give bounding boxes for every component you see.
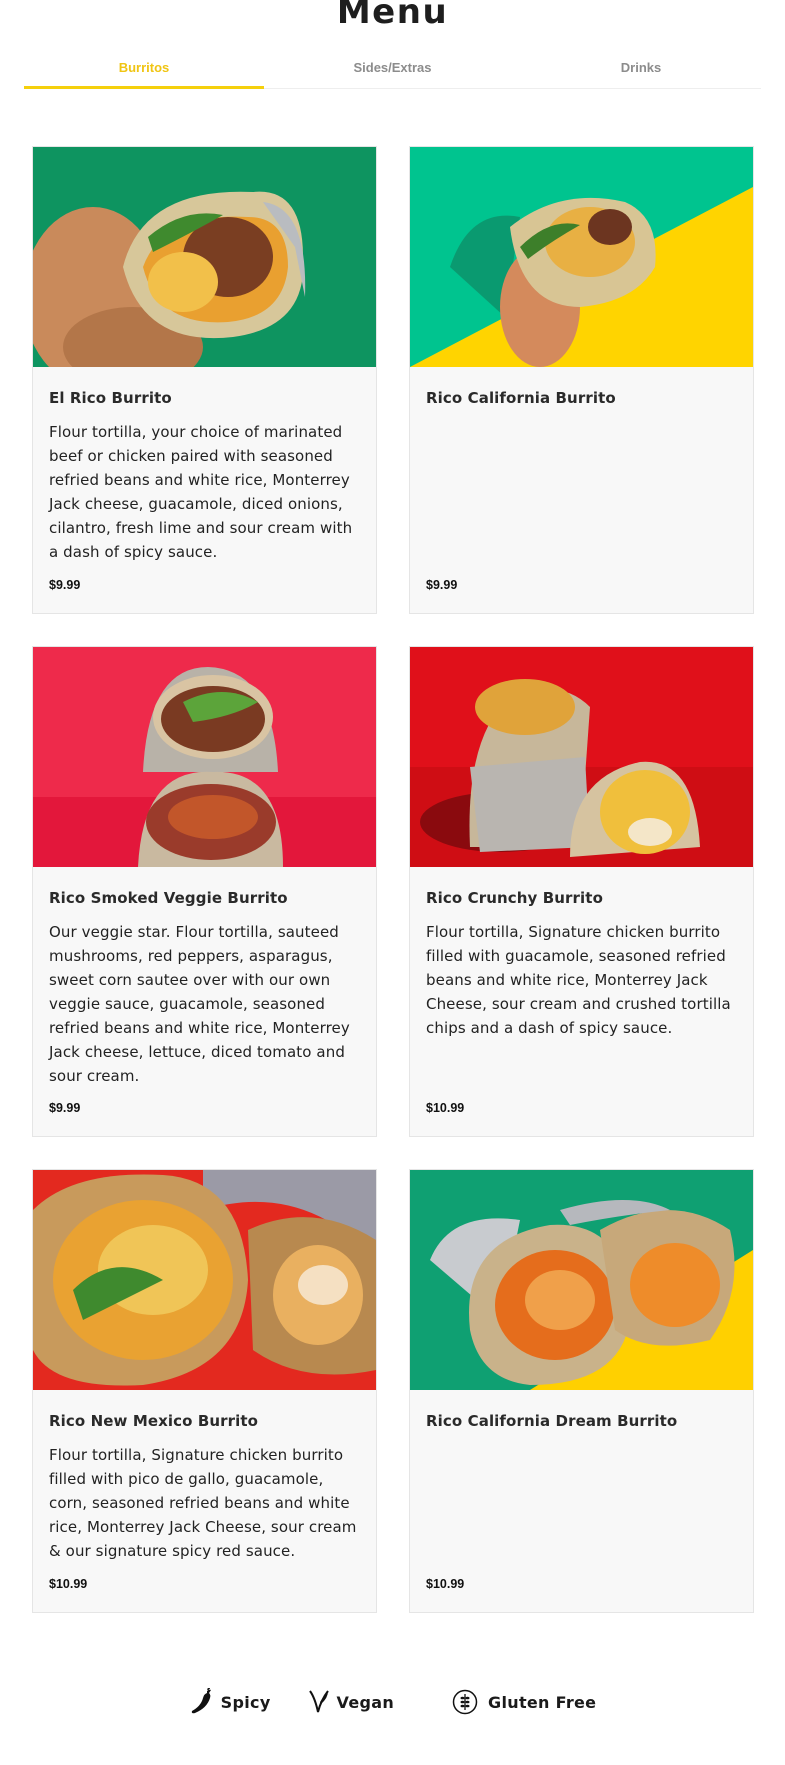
menu-item-description: Flour tortilla, your choice of marinated… [49,423,353,561]
menu-item-name: Rico California Burrito [426,389,616,407]
legend-spicy: Spicy [189,1688,271,1716]
menu-item-price: $9.99 [49,1101,81,1115]
menu-item-card[interactable]: Rico California Dream Burrito $10.99 [409,1169,754,1613]
menu-item-card[interactable]: Rico Crunchy Burrito Flour tortilla, Sig… [409,646,754,1137]
menu-item-price: $10.99 [49,1577,88,1591]
menu-item-card[interactable]: Rico New Mexico Burrito Flour tortilla, … [32,1169,377,1613]
menu-item-name: Rico New Mexico Burrito [49,1412,259,1430]
legend-vegan: Vegan [307,1688,395,1716]
menu-item-name: Rico California Dream Burrito [426,1412,678,1430]
menu-item-price: $9.99 [426,578,458,592]
dietary-legend: Spicy Vegan Gluten Free [0,1686,785,1718]
menu-item-description: Our veggie star. Flour tortilla, sauteed… [49,923,350,1085]
menu-item-card[interactable]: Rico Smoked Veggie Burrito Our veggie st… [32,646,377,1137]
menu-item-description: Flour tortilla, Signature chicken burrit… [426,923,731,1037]
menu-item-price: $9.99 [49,578,81,592]
menu-item-name: El Rico Burrito [49,389,172,407]
legend-gluten-free: Gluten Free [452,1689,596,1715]
menu-item-photo [33,147,376,367]
menu-item-price: $10.99 [426,1101,465,1115]
menu-item-photo [33,647,376,867]
menu-item-name: Rico Crunchy Burrito [426,889,603,907]
menu-tabs: Burritos Sides/Extras Drinks [24,52,761,89]
menu-item-card[interactable]: Rico California Burrito $9.99 [409,146,754,614]
menu-item-photo [410,647,753,867]
page-title: Menu [336,0,449,32]
tab-drinks[interactable]: Drinks [521,52,761,89]
chili-pepper-icon [189,1688,215,1716]
menu-item-photo [33,1170,376,1390]
menu-item-photo [410,1170,753,1390]
menu-item-card[interactable]: El Rico Burrito Flour tortilla, your cho… [32,146,377,614]
vegan-leaf-icon [307,1688,331,1716]
gluten-free-icon [452,1689,478,1715]
legend-spicy-label: Spicy [220,1692,271,1712]
legend-gluten-free-label: Gluten Free [488,1692,597,1712]
menu-item-description: Flour tortilla, Signature chicken burrit… [49,1446,357,1560]
tab-sides-extras[interactable]: Sides/Extras [264,52,521,89]
legend-vegan-label: Vegan [336,1692,395,1712]
tab-burritos[interactable]: Burritos [24,52,264,89]
menu-item-photo [410,147,753,367]
menu-item-name: Rico Smoked Veggie Burrito [49,889,288,907]
menu-item-price: $10.99 [426,1577,465,1591]
